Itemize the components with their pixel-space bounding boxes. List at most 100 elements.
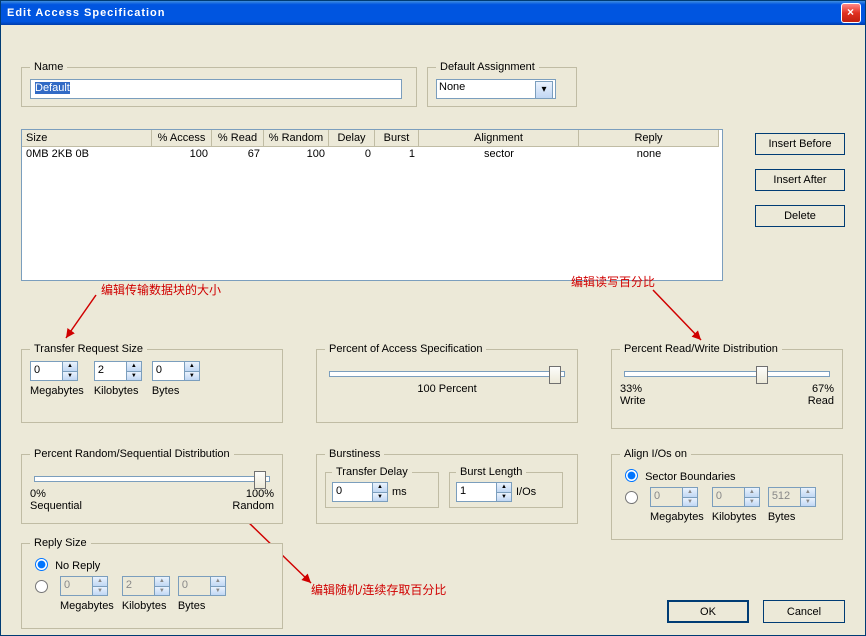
spin-down-icon[interactable]: ▼ (62, 371, 77, 381)
cell-access: 100 (152, 147, 212, 161)
reply-size-label: Reply Size (30, 537, 91, 549)
col-read[interactable]: % Read (212, 130, 264, 147)
trs-kb-spinner[interactable]: 2▲▼ (94, 361, 142, 381)
default-assignment-select[interactable]: None (436, 79, 556, 99)
burst-length-label: Burst Length (456, 466, 526, 478)
insert-before-button[interactable]: Insert Before (755, 133, 845, 155)
arrow-icon (651, 285, 711, 345)
annotation-read-write: 编辑读写百分比 (571, 273, 655, 290)
radio-custom-reply[interactable] (35, 580, 48, 593)
reply-mb-label: Megabytes (60, 600, 114, 612)
spin-up-icon[interactable]: ▲ (372, 483, 387, 492)
read-write-slider[interactable] (624, 371, 830, 377)
rw-right-label: Read (808, 395, 834, 407)
random-seq-slider[interactable] (34, 476, 270, 482)
col-burst[interactable]: Burst (375, 130, 419, 147)
spin-down-icon: ▼ (92, 586, 107, 596)
cell-reply: none (579, 147, 719, 161)
random-seq-label: Percent Random/Sequential Distribution (30, 448, 234, 460)
transfer-delay-label: Transfer Delay (332, 466, 412, 478)
transfer-delay-spinner[interactable]: 0▲▼ (332, 482, 388, 502)
spec-table[interactable]: Size % Access % Read % Random Delay Burs… (21, 129, 723, 281)
reply-kb-label: Kilobytes (122, 600, 170, 612)
trs-b-label: Bytes (152, 385, 200, 397)
transfer-request-size-group: Transfer Request Size 0▲▼ Megabytes 2▲▼ … (21, 343, 283, 423)
col-size[interactable]: Size (22, 130, 152, 147)
read-write-group: Percent Read/Write Distribution 33% Writ… (611, 343, 843, 429)
spin-down-icon[interactable]: ▼ (496, 492, 511, 502)
name-group: Name Default (21, 61, 417, 107)
rw-left-val: 33% (620, 383, 645, 395)
cell-random: 100 (264, 147, 329, 161)
trs-kb-label: Kilobytes (94, 385, 142, 397)
spin-up-icon: ▲ (92, 577, 107, 586)
spin-up-icon: ▲ (210, 577, 225, 586)
transfer-delay-group: Transfer Delay 0▲▼ ms (325, 466, 439, 508)
spin-up-icon[interactable]: ▲ (126, 362, 141, 371)
annotation-random-seq: 编辑随机/连续存取百分比 (311, 581, 446, 598)
burst-length-spinner[interactable]: 1▲▼ (456, 482, 512, 502)
col-align[interactable]: Alignment (419, 130, 579, 147)
spin-up-icon[interactable]: ▲ (496, 483, 511, 492)
radio-custom-align[interactable] (625, 491, 638, 504)
delete-button[interactable]: Delete (755, 205, 845, 227)
spin-up-icon[interactable]: ▲ (184, 362, 199, 371)
rs-left-label: Sequential (30, 500, 82, 512)
col-delay[interactable]: Delay (329, 130, 375, 147)
insert-after-button[interactable]: Insert After (755, 169, 845, 191)
reply-kb-spinner: 2▲▼ (122, 576, 170, 596)
name-input[interactable]: Default (30, 79, 402, 99)
spin-up-icon: ▲ (154, 577, 169, 586)
align-io-group: Align I/Os on Sector Boundaries 0▲▼ Mega… (611, 448, 843, 540)
reply-b-spinner: 0▲▼ (178, 576, 226, 596)
random-seq-group: Percent Random/Sequential Distribution 0… (21, 448, 283, 524)
align-mb-label: Megabytes (650, 511, 704, 523)
ok-button[interactable]: OK (667, 600, 749, 623)
default-assignment-value: None (439, 81, 465, 93)
slider-thumb[interactable] (254, 471, 266, 489)
cell-size: 0MB 2KB 0B (22, 147, 152, 161)
spin-down-icon[interactable]: ▼ (126, 371, 141, 381)
cell-read: 67 (212, 147, 264, 161)
spin-down-icon: ▼ (210, 586, 225, 596)
spin-down-icon[interactable]: ▼ (184, 371, 199, 381)
spin-up-icon: ▲ (800, 488, 815, 497)
table-row[interactable]: 0MB 2KB 0B 100 67 100 0 1 sector none (22, 147, 722, 161)
burstiness-label: Burstiness (325, 448, 384, 460)
window-title: Edit Access Specification (7, 7, 165, 19)
radio-sector-boundaries[interactable] (625, 469, 638, 482)
col-reply[interactable]: Reply (579, 130, 719, 147)
trs-b-spinner[interactable]: 0▲▼ (152, 361, 200, 381)
arrow-icon (61, 293, 101, 343)
align-b-label: Bytes (768, 511, 816, 523)
slider-thumb[interactable] (756, 366, 768, 384)
transfer-request-label: Transfer Request Size (30, 343, 147, 355)
cell-delay: 0 (329, 147, 375, 161)
close-icon[interactable]: × (841, 3, 861, 23)
rs-right-val: 100% (232, 488, 274, 500)
col-random[interactable]: % Random (264, 130, 329, 147)
spin-up-icon: ▲ (682, 488, 697, 497)
spin-down-icon[interactable]: ▼ (372, 492, 387, 502)
titlebar[interactable]: Edit Access Specification × (1, 1, 865, 25)
trs-mb-spinner[interactable]: 0▲▼ (30, 361, 78, 381)
burstiness-group: Burstiness Transfer Delay 0▲▼ ms Burst L… (316, 448, 578, 524)
col-access[interactable]: % Access (152, 130, 212, 147)
radio-no-reply[interactable] (35, 558, 48, 571)
spin-down-icon: ▼ (800, 497, 815, 507)
percent-access-slider[interactable] (329, 371, 565, 377)
align-kb-spinner: 0▲▼ (712, 487, 760, 507)
align-io-label: Align I/Os on (620, 448, 691, 460)
table-header: Size % Access % Read % Random Delay Burs… (22, 130, 722, 147)
spin-up-icon: ▲ (744, 488, 759, 497)
annotation-transfer-size: 编辑传输数据块的大小 (101, 281, 221, 298)
slider-thumb[interactable] (549, 366, 561, 384)
cell-burst: 1 (375, 147, 419, 161)
percent-access-value: 100 Percent (325, 383, 569, 395)
name-label: Name (30, 61, 67, 73)
cancel-button[interactable]: Cancel (763, 600, 845, 623)
rw-left-label: Write (620, 395, 645, 407)
default-assignment-group: Default Assignment None (427, 61, 577, 107)
spin-up-icon[interactable]: ▲ (62, 362, 77, 371)
read-write-label: Percent Read/Write Distribution (620, 343, 782, 355)
